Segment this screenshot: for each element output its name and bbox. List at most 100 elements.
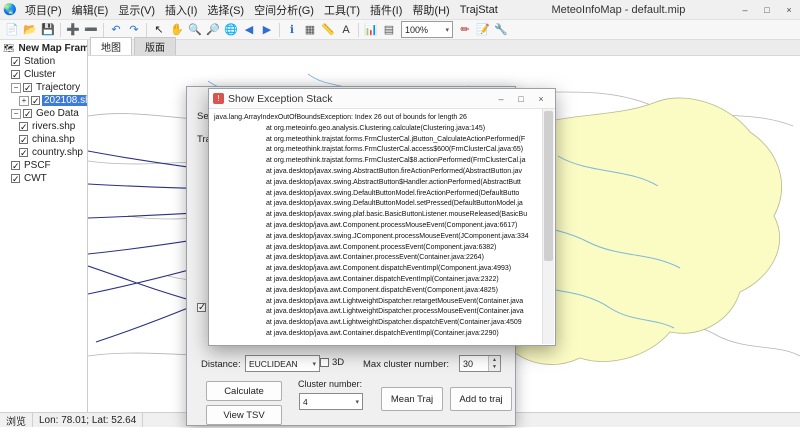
menu-item-i[interactable]: 插入(I)	[160, 2, 202, 18]
label-icon[interactable]: A	[337, 21, 355, 39]
distance-combo-value: EUCLIDEAN	[249, 359, 298, 369]
collapse-icon[interactable]: −	[11, 83, 21, 93]
stack-line: java.lang.ArrayIndexOutOfBoundsException…	[214, 113, 540, 124]
layer-checkbox[interactable]: ✓	[23, 109, 32, 118]
edit-icon[interactable]: ✏	[456, 21, 474, 39]
tree-item-rivers-shp[interactable]: ✓rivers.shp	[0, 120, 87, 133]
open-project-icon[interactable]: 📂	[21, 21, 39, 39]
spinner-up-icon[interactable]: ▲	[489, 356, 500, 364]
zoom-in-icon[interactable]: 🔍	[186, 21, 204, 39]
select-arrow-icon[interactable]: ↖	[150, 21, 168, 39]
tree-item-trajectory[interactable]: −✓Trajectory	[0, 81, 87, 94]
tree-item-202108-shp[interactable]: +✓202108.shp	[0, 94, 87, 107]
cluster-number-value: 4	[303, 397, 308, 407]
menu-item-p[interactable]: 项目(P)	[20, 2, 67, 18]
maximize-button[interactable]: □	[756, 0, 778, 19]
stack-line: at java.desktop/javax.swing.AbstractButt…	[214, 167, 540, 178]
distance-combo[interactable]: EUCLIDEAN ▾	[245, 355, 320, 372]
layer-checkbox[interactable]: ✓	[11, 70, 20, 79]
save-icon[interactable]: 💾	[39, 21, 57, 39]
exception-dialog-title: Show Exception Stack	[228, 93, 491, 105]
tree-item-country-shp[interactable]: ✓country.shp	[0, 146, 87, 159]
vertical-scrollbar[interactable]	[542, 109, 554, 344]
menu-item-g[interactable]: 空间分析(G)	[249, 2, 319, 18]
zoom-next-icon[interactable]: ▶	[258, 21, 276, 39]
close-button[interactable]: ×	[778, 0, 800, 19]
cluster-dialog-checkbox[interactable]: ✓	[197, 303, 206, 312]
zoom-out-icon[interactable]: 🔎	[204, 21, 222, 39]
full-extent-icon[interactable]: 🌐	[222, 21, 240, 39]
dialog-close-button[interactable]: ×	[531, 91, 551, 107]
mean-traj-button[interactable]: Mean Traj	[381, 387, 443, 411]
tab-map[interactable]: 地图	[90, 37, 132, 55]
menu-items: 项目(P)编辑(E)显示(V)插入(I)选择(S)空间分析(G)工具(T)插件(…	[20, 2, 503, 18]
toolbar-separator	[279, 23, 280, 37]
menu-item-h[interactable]: 帮助(H)	[407, 2, 454, 18]
checkbox-3d-label: 3D	[332, 357, 344, 368]
tree-item-station[interactable]: ✓Station	[0, 55, 87, 68]
tree-item-label: Geo Data	[34, 108, 81, 119]
stack-line: at java.desktop/javax.swing.DefaultButto…	[214, 189, 540, 200]
stack-line: at java.desktop/java.awt.Component.dispa…	[214, 264, 540, 275]
menu-item-e[interactable]: 编辑(E)	[67, 2, 114, 18]
stack-trace[interactable]: java.lang.ArrayIndexOutOfBoundsException…	[210, 109, 542, 344]
remove-layer-icon[interactable]: ➖	[82, 21, 100, 39]
tree-item-new-map-frame[interactable]: 🗺New Map Frame	[0, 42, 87, 55]
layer-checkbox[interactable]: ✓	[11, 57, 20, 66]
chart-icon[interactable]: 📊	[362, 21, 380, 39]
tree-item-pscf[interactable]: ✓PSCF	[0, 159, 87, 172]
layer-checkbox[interactable]: ✓	[19, 122, 28, 131]
exception-icon: !	[213, 93, 224, 104]
attribute-table-icon[interactable]: ▤	[380, 21, 398, 39]
map-frame-icon: 🗺	[3, 43, 14, 54]
measure-icon[interactable]: 📏	[319, 21, 337, 39]
tab-layout[interactable]: 版面	[134, 37, 176, 55]
layer-checkbox[interactable]: ✓	[31, 96, 40, 105]
minimize-button[interactable]: –	[734, 0, 756, 19]
pan-icon[interactable]: ✋	[168, 21, 186, 39]
stack-line: at java.desktop/javax.swing.DefaultButto…	[214, 199, 540, 210]
zoom-level-combo[interactable]: 100%▾	[401, 21, 453, 38]
menu-item-v[interactable]: 显示(V)	[113, 2, 160, 18]
add-to-traj-button[interactable]: Add to traj	[450, 387, 512, 411]
tree-item-cwt[interactable]: ✓CWT	[0, 172, 87, 185]
dialog-minimize-button[interactable]: –	[491, 91, 511, 107]
max-cluster-spinner[interactable]: 30 ▲ ▼	[459, 355, 501, 372]
layer-checkbox[interactable]: ✓	[23, 83, 32, 92]
spinner-down-icon[interactable]: ▼	[489, 364, 500, 372]
identify-icon[interactable]: ℹ	[283, 21, 301, 39]
scrollbar-thumb[interactable]	[544, 111, 553, 261]
undo-icon[interactable]: ↶	[107, 21, 125, 39]
tree-item-geo-data[interactable]: −✓Geo Data	[0, 107, 87, 120]
add-layer-icon[interactable]: ➕	[64, 21, 82, 39]
collapse-icon[interactable]: −	[11, 109, 21, 119]
cluster-number-label: Cluster number:	[298, 379, 362, 389]
layer-checkbox[interactable]: ✓	[11, 174, 20, 183]
new-file-icon[interactable]: 📄	[3, 21, 21, 39]
layer-checkbox[interactable]: ✓	[19, 135, 28, 144]
menu-item-i[interactable]: 插件(I)	[365, 2, 407, 18]
cluster-number-combo[interactable]: 4 ▾	[299, 393, 363, 410]
menu-item-trajstat[interactable]: TrajStat	[455, 4, 503, 16]
menu-item-t[interactable]: 工具(T)	[319, 2, 365, 18]
tree-item-china-shp[interactable]: ✓china.shp	[0, 133, 87, 146]
tree-item-cluster[interactable]: ✓Cluster	[0, 68, 87, 81]
script-console-icon[interactable]: 📝	[474, 21, 492, 39]
redo-icon[interactable]: ↷	[125, 21, 143, 39]
zoom-previous-icon[interactable]: ◀	[240, 21, 258, 39]
tree-item-label: Trajectory	[34, 82, 82, 93]
calculate-button[interactable]: Calculate	[206, 381, 282, 401]
exception-dialog-titlebar[interactable]: ! Show Exception Stack – □ ×	[209, 89, 555, 109]
menu-item-s[interactable]: 选择(S)	[202, 2, 249, 18]
stack-line: at org.meteothink.trajstat.forms.FrmClus…	[214, 135, 540, 146]
expand-icon[interactable]: +	[19, 96, 29, 106]
dialog-maximize-button[interactable]: □	[511, 91, 531, 107]
max-cluster-label: Max cluster number:	[363, 359, 449, 370]
view-tsv-button[interactable]: View TSV	[206, 405, 282, 425]
checkbox-3d-box[interactable]	[320, 358, 329, 367]
settings-icon[interactable]: 🔧	[492, 21, 510, 39]
select-features-icon[interactable]: ▦	[301, 21, 319, 39]
layer-checkbox[interactable]: ✓	[19, 148, 28, 157]
checkbox-3d[interactable]: 3D	[320, 357, 344, 368]
layer-checkbox[interactable]: ✓	[11, 161, 20, 170]
